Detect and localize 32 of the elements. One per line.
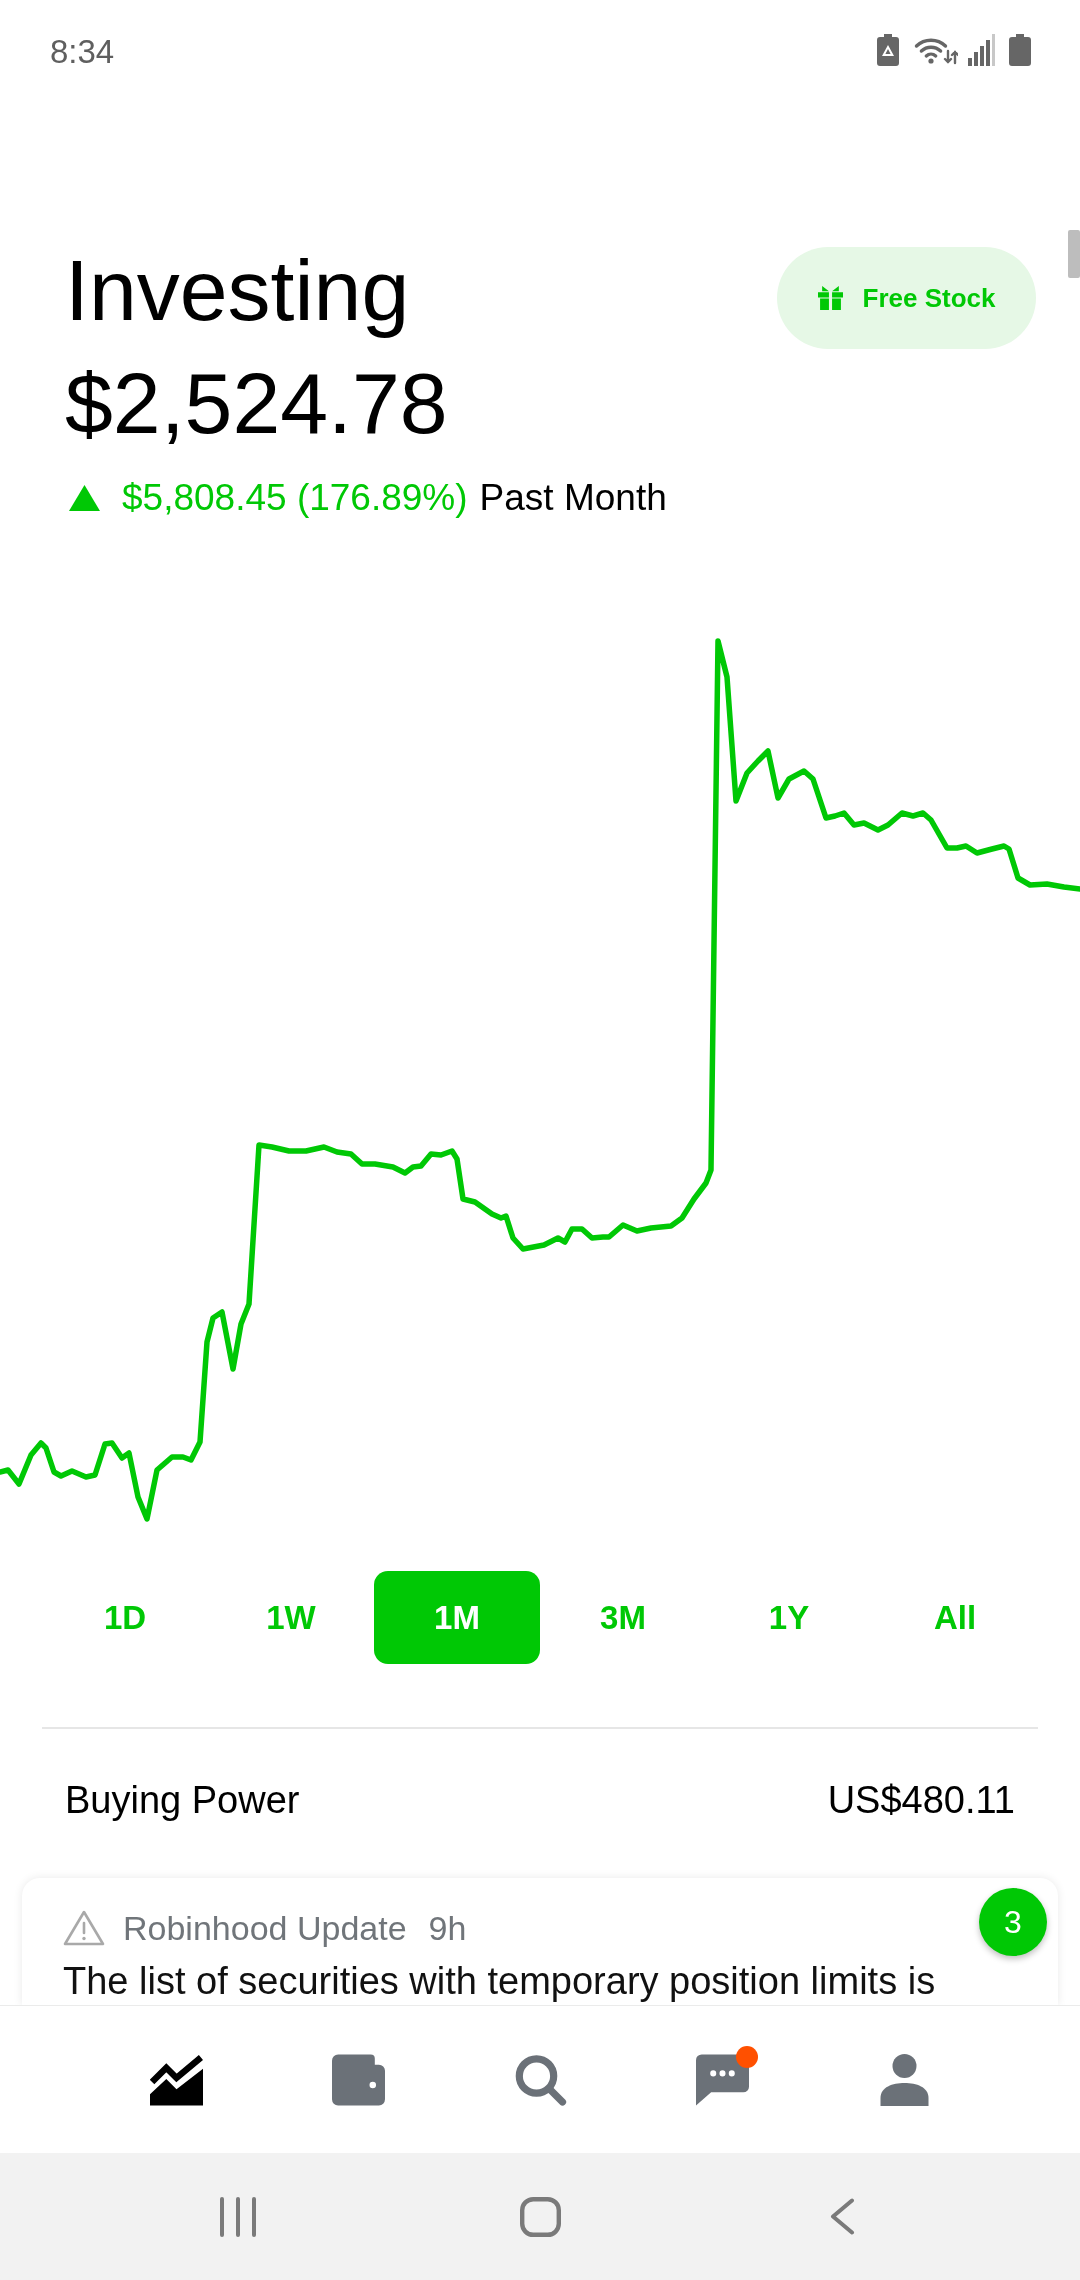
- search-icon[interactable]: [513, 2053, 567, 2106]
- battery-icon: [1009, 34, 1031, 66]
- notification-source: Robinhood Update: [123, 1908, 407, 1948]
- change-amount: $5,808.45 (176.89%): [122, 477, 468, 519]
- buying-power-value: US$480.11: [827, 1778, 1015, 1822]
- notification-text: The list of securities with temporary position limits is: [63, 1960, 937, 2002]
- notification-time: 9h: [428, 1908, 467, 1948]
- clock-time: 8:34: [50, 33, 115, 71]
- notification-card[interactable]: Robinhood Update 9h The list of securities with temporary position limits is 3: [22, 1878, 1058, 2005]
- signal-icon: [968, 34, 996, 66]
- notification-count-badge: 3: [979, 1888, 1047, 1956]
- time-range-tab[interactable]: All: [872, 1571, 1038, 1664]
- back-icon[interactable]: [829, 2198, 855, 2235]
- time-range-tab[interactable]: 3M: [540, 1571, 706, 1664]
- gift-icon: [817, 286, 843, 310]
- portfolio-value: $2,524.78: [65, 355, 449, 451]
- warning-icon: [63, 1910, 105, 1946]
- time-range-tab[interactable]: 1Y: [706, 1571, 872, 1664]
- time-range-tab[interactable]: 1W: [208, 1571, 374, 1664]
- time-range-tab[interactable]: 1D: [42, 1571, 208, 1664]
- change-period: Past Month: [479, 477, 667, 519]
- time-range-tab[interactable]: 1M: [374, 1571, 540, 1664]
- chart-icon[interactable]: [149, 2053, 203, 2106]
- wallet-icon[interactable]: [331, 2053, 385, 2106]
- page-title: Investing: [65, 242, 411, 338]
- buying-power-label: Buying Power: [65, 1778, 300, 1822]
- scrollbar-thumb: [1068, 230, 1080, 278]
- home-icon[interactable]: [519, 2196, 561, 2237]
- recent-apps-icon[interactable]: [219, 2196, 257, 2237]
- battery-saver-icon: [877, 34, 899, 66]
- free-stock-button[interactable]: Free Stock: [777, 247, 1036, 349]
- chat-bubble-icon[interactable]: [695, 2053, 749, 2106]
